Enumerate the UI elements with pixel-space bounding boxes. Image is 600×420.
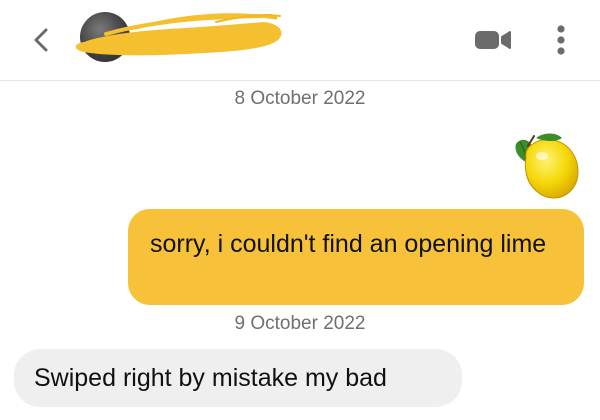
more-vertical-icon [557, 25, 565, 55]
date-separator: 8 October 2022 [234, 88, 366, 109]
video-call-button[interactable] [470, 22, 516, 58]
chevron-left-icon [34, 28, 48, 52]
video-camera-icon [475, 31, 511, 49]
back-button[interactable] [22, 20, 62, 60]
outgoing-message-bubble[interactable]: sorry, i couldn't find an opening lime [128, 209, 584, 305]
lemon-emoji-message[interactable] [506, 128, 582, 202]
lemon-icon [515, 133, 579, 199]
more-options-button[interactable] [546, 18, 576, 62]
message-text: Swiped right by mistake my bad [34, 364, 387, 392]
date-separator: 9 October 2022 [234, 313, 366, 334]
incoming-message-bubble[interactable]: Swiped right by mistake my bad [14, 349, 462, 407]
chat-header [0, 0, 600, 81]
message-text: sorry, i couldn't find an opening lime [150, 230, 547, 258]
name-redaction-scribble [75, 13, 282, 56]
chat-screen: 8 October 2022 sorry, i couldn't find an… [0, 0, 600, 420]
